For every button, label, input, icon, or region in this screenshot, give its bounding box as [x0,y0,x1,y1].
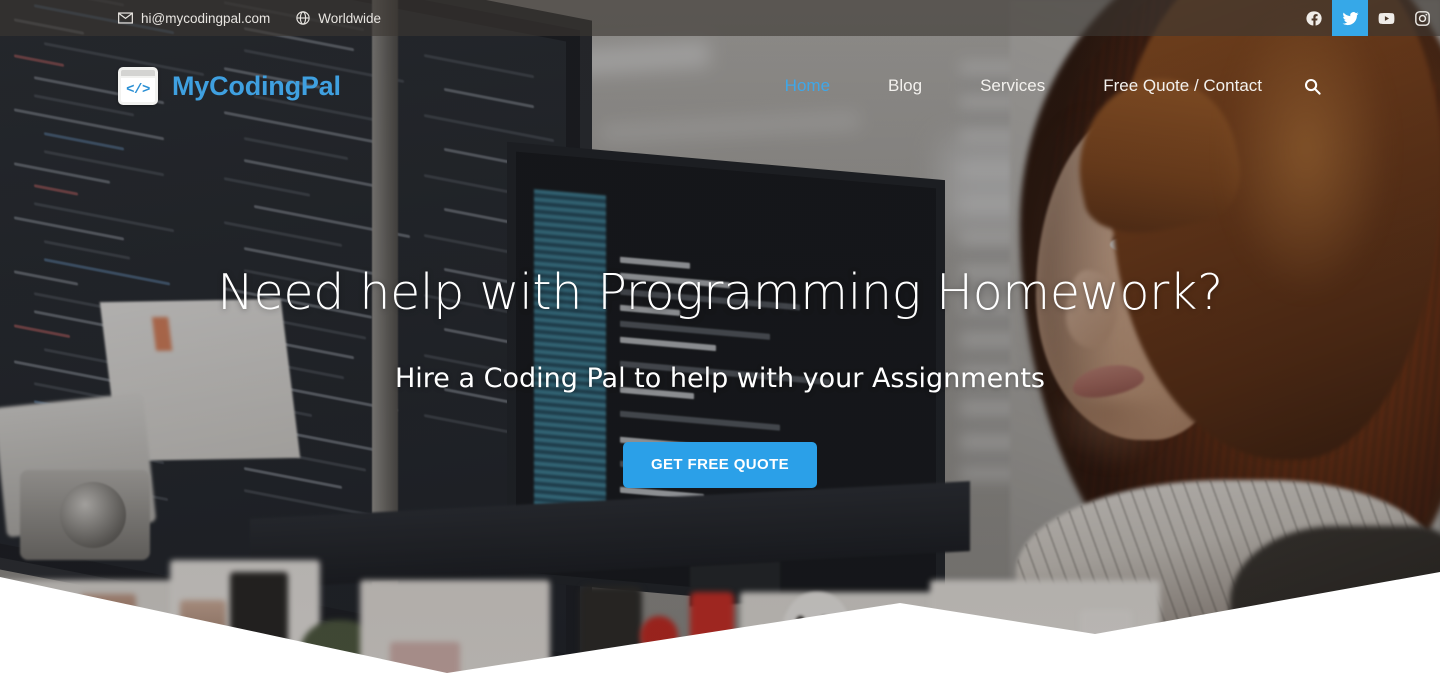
search-icon[interactable] [1303,77,1322,96]
globe-icon [296,11,310,25]
nav-menu: Home Blog Services Free Quote / Contact [756,76,1322,96]
nav-item-blog[interactable]: Blog [859,76,951,96]
envelope-icon [118,12,133,24]
code-window-icon: </> [118,67,158,105]
get-free-quote-button[interactable]: GET FREE QUOTE [622,442,818,488]
logo-code-glyph: </> [121,78,155,102]
nav-item-services[interactable]: Services [951,76,1074,96]
landing-page: hi@mycodingpal.com Worldwide </> MyCodin… [0,0,1440,700]
main-navigation: </> MyCodingPal Home Blog Services Free … [0,36,1440,136]
twitter-icon[interactable] [1332,0,1368,36]
topbar-email-text: hi@mycodingpal.com [141,10,271,26]
topbar-location-text: Worldwide [318,10,382,26]
top-utility-bar: hi@mycodingpal.com Worldwide [0,0,1440,36]
brand-name: MyCodingPal [172,70,341,101]
logo-titlebar [121,70,155,76]
facebook-icon[interactable] [1296,0,1332,36]
nav-item-home[interactable]: Home [756,76,859,96]
topbar-contact-group: hi@mycodingpal.com Worldwide [118,11,381,26]
nav-item-free-quote-contact[interactable]: Free Quote / Contact [1074,76,1291,96]
youtube-icon[interactable] [1368,0,1404,36]
brand-logo[interactable]: </> MyCodingPal [118,67,341,105]
social-links [1296,0,1440,36]
instagram-icon[interactable] [1404,0,1440,36]
topbar-location[interactable]: Worldwide [296,11,381,26]
topbar-email[interactable]: hi@mycodingpal.com [118,11,270,26]
